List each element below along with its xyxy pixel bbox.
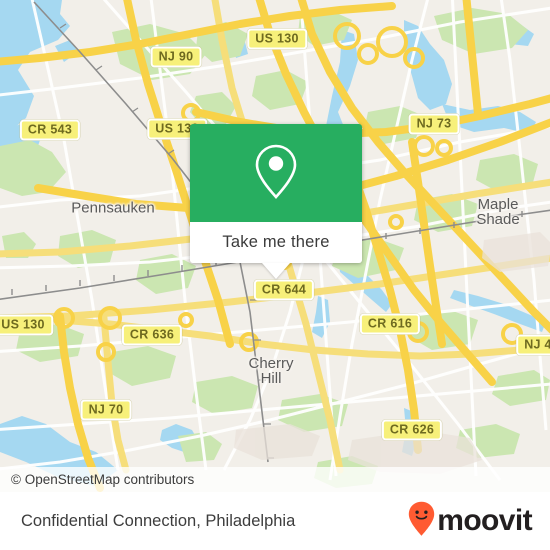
road-shield: NJ 73	[408, 113, 460, 135]
road-shield: US 130	[0, 314, 53, 336]
osm-attribution-text[interactable]: © OpenStreetMap contributors	[0, 472, 194, 487]
road-shield: NJ 70	[80, 399, 132, 421]
moovit-wordmark: moovit	[437, 504, 532, 537]
place-title: Confidential Connection, Philadelphia	[21, 511, 296, 530]
destination-popup-card[interactable]: Take me there	[190, 124, 362, 279]
popup-pin-area	[190, 124, 362, 222]
road-shield: NJ 90	[150, 46, 202, 68]
moovit-logo[interactable]: moovit	[408, 501, 550, 542]
footer-bar: Confidential Connection, Philadelphia mo…	[0, 492, 550, 550]
map-pin-icon	[252, 142, 300, 205]
take-me-there-button[interactable]: Take me there	[190, 222, 362, 263]
road-shield: CR 636	[121, 324, 183, 346]
map-screenshot: Pennsauken Cherry Hill Maple Shade NJ 90…	[0, 0, 550, 550]
take-me-there-label: Take me there	[222, 233, 330, 251]
osm-attribution-bar: © OpenStreetMap contributors	[0, 467, 550, 492]
popup-pointer-tail	[262, 263, 290, 279]
road-shield: US 130	[247, 28, 307, 50]
road-shield: CR 644	[253, 279, 315, 301]
road-shield: CR 626	[381, 419, 443, 441]
moovit-smiley-pin-icon	[408, 501, 435, 542]
road-shield: CR 616	[359, 313, 421, 335]
road-shield: NJ 4	[516, 334, 550, 356]
road-shield: CR 543	[19, 119, 81, 141]
